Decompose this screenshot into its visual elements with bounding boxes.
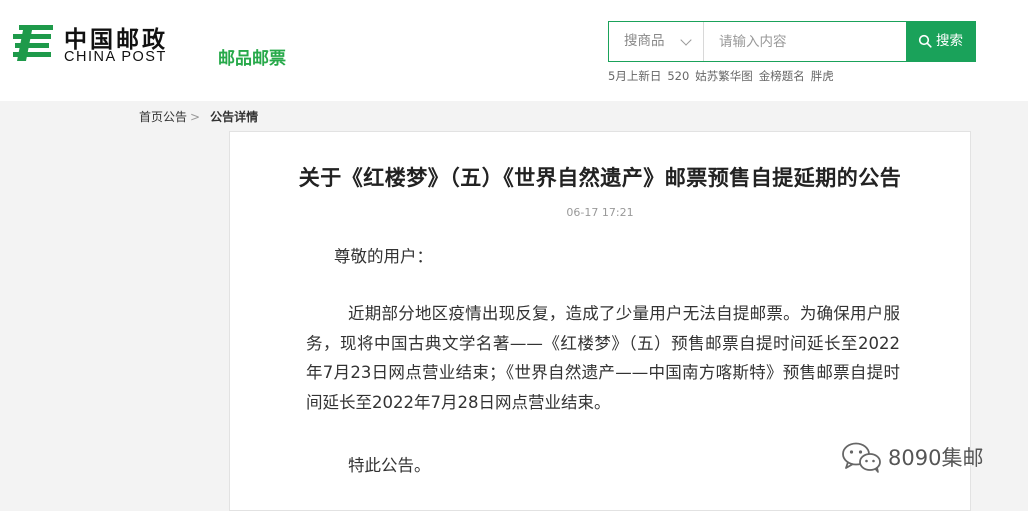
- article-body: 近期部分地区疫情出现反复，造成了少量用户无法自提邮票。为确保用户服务，现将中国古…: [306, 304, 900, 412]
- breadcrumb-home-link[interactable]: 首页公告: [139, 110, 187, 124]
- wechat-icon: [842, 442, 881, 473]
- search-button[interactable]: 搜索: [906, 22, 975, 61]
- hot-term[interactable]: 520: [667, 69, 689, 83]
- hot-term[interactable]: 胖虎: [811, 69, 834, 83]
- search-category-select[interactable]: 搜商品: [609, 22, 704, 61]
- breadcrumb-separator: >: [190, 110, 201, 124]
- article-greeting: 尊敬的用户：: [334, 247, 433, 266]
- breadcrumb: 首页公告 > 公告详情: [139, 108, 258, 125]
- watermark-text: 8090集邮: [888, 446, 984, 470]
- site-name-link[interactable]: 邮品邮票: [218, 44, 286, 69]
- breadcrumb-current: 公告详情: [210, 110, 259, 124]
- site-header: 中国邮政 CHINA POST 邮品邮票 搜商品 搜索 5月上新日520姑苏繁华…: [0, 0, 1028, 101]
- search-bar: 搜商品 搜索: [608, 21, 976, 62]
- search-input[interactable]: [705, 22, 907, 61]
- search-button-label: 搜索: [936, 33, 963, 49]
- search-icon: [918, 34, 932, 48]
- hot-term[interactable]: 金榜题名: [759, 69, 805, 83]
- article-date: 06-17 17:21: [566, 206, 634, 219]
- hot-term[interactable]: 5月上新日: [608, 69, 661, 83]
- hot-search-terms: 5月上新日 520 姑苏繁华图 金榜题名 胖虎: [608, 68, 840, 84]
- article-title: 关于《红楼梦》（五）《世界自然遗产》邮票预售自提延期的公告: [298, 166, 902, 190]
- article-closing: 特此公告。: [348, 456, 431, 475]
- search-category-label: 搜商品: [624, 33, 665, 49]
- chevron-down-icon: [680, 34, 692, 46]
- logo-english-text: CHINA POST: [64, 49, 167, 65]
- china-post-logo-icon[interactable]: [10, 20, 56, 66]
- hot-term[interactable]: 姑苏繁华图: [695, 69, 753, 83]
